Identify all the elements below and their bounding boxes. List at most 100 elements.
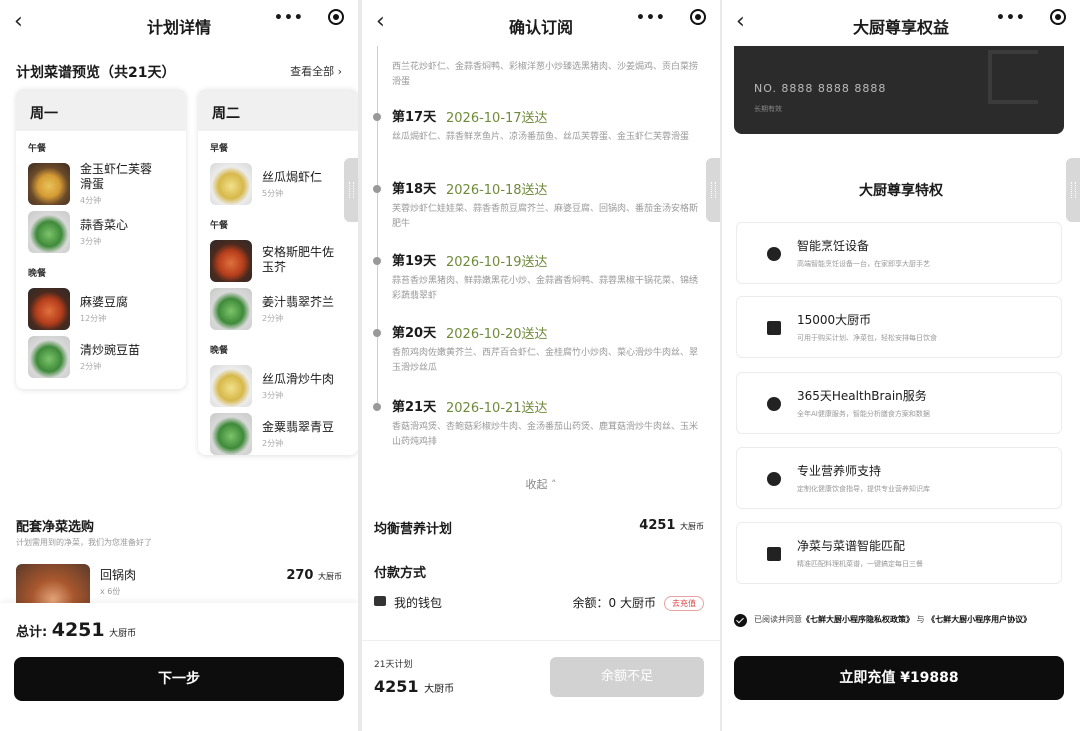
privilege-desc: 可用于购买计划、净菜包，轻松安排每日饮食 (797, 334, 937, 342)
dish-item[interactable]: 安格斯肥牛佐 玉芥 (198, 237, 358, 285)
veg-thumbnail (16, 564, 90, 604)
dish-name: 蒜香菜心 (80, 217, 129, 232)
recharge-button[interactable]: 立即充值 ¥19888 (734, 656, 1064, 700)
dish-name: 安格斯肥牛佐 玉芥 (262, 244, 335, 274)
dish-item[interactable]: 金粟翡翠青豆 2分钟 (198, 410, 358, 455)
veg-qty: x 6份 (100, 587, 121, 596)
dish-item[interactable]: 蒜香菜心 3分钟 (16, 208, 186, 256)
close-target-icon[interactable] (328, 9, 344, 25)
day-card-tuesday[interactable]: 周二 早餐 丝瓜焗虾仁 5分钟 午餐 安格斯肥牛佐 玉芥 姜汁翡翠芥兰 2分钟 晚… (198, 89, 358, 455)
next-button[interactable]: 下一步 (14, 657, 344, 701)
dish-time: 2分钟 (262, 313, 284, 323)
dish-thumbnail (210, 163, 252, 205)
card-validity: 长期有效 (754, 105, 782, 113)
total-amount: 总计: 4251 大厨币 (16, 619, 137, 641)
dish-item[interactable]: 金玉虾仁芙蓉 滑蛋 4分钟 (16, 160, 186, 208)
card-number: NO. 8888 8888 8888 (754, 82, 887, 95)
checkbox-checked-icon[interactable] (734, 614, 747, 627)
dish-name: 金玉虾仁芙蓉 滑蛋 (80, 162, 153, 191)
timeline-menu: 西兰花炒虾仁、金蒜香焖鸭、彩椒洋葱小炒臻选黑猪肉、沙姜焗鸡、贡白菜捞滑蛋 (392, 62, 699, 87)
collapse-toggle[interactable]: 收起 ˄ (362, 476, 720, 492)
section-title: 计划菜谱预览（共21天） (16, 65, 176, 81)
insufficient-balance-button[interactable]: 余额不足 (550, 657, 704, 697)
dish-time: 2分钟 (80, 361, 102, 371)
meal-tag: 午餐 (28, 144, 47, 154)
confirm-subscription-screen: 西兰花炒虾仁、金蒜香焖鸭、彩椒洋葱小炒臻选黑猪肉、沙姜焗鸡、贡白菜捞滑蛋 第17… (362, 0, 720, 731)
day-card-monday[interactable]: 周一午餐 金玉虾仁芙蓉 滑蛋 4分钟 蒜香菜心 3分钟 晚餐 麻婆豆腐 12分钟 (16, 89, 186, 389)
veg-section-desc: 计划需用到的净菜，我们为您准备好了 (16, 538, 152, 547)
dish-time: 5分钟 (262, 188, 284, 198)
card-logo-icon (988, 50, 1038, 104)
chef-privileges-screen: ‹ 大厨尊享权益 ••• NO. 8888 8888 8888 长期有效 大厨尊… (722, 0, 1080, 731)
veg-section-title: 配套净菜选购 (16, 520, 95, 535)
dish-thumbnail (210, 288, 252, 330)
payment-label: 付款方式 (374, 566, 427, 581)
dish-name: 麻婆豆腐 (80, 294, 129, 309)
plan-detail-screen: ‹ 计划详情 ••• 计划菜谱预览（共21天） 查看全部 › 周一午餐 金玉虾仁… (0, 0, 358, 731)
privilege-desc: 高端智能烹饪设备一台，在家即享大厨手艺 (797, 260, 930, 268)
dish-name: 金粟翡翠青豆 (262, 419, 335, 434)
drag-handle[interactable] (344, 158, 358, 222)
meal-tag: 午餐 (210, 221, 229, 231)
dish-name: 丝瓜滑炒牛肉 (262, 371, 335, 386)
mini-program-capsule: ••• (270, 8, 348, 30)
timeline-menu: 蒜苔香炒黑猪肉、鲜蒜嫩黑花小炒、金蒜酱香焖鸭、蒜蓉黑椒干锅花菜、锦绣彩蔬翡翠虾 (392, 276, 699, 301)
meal-tag: 晚餐 (28, 269, 47, 279)
drag-handle[interactable] (706, 158, 720, 222)
timeline-day: 第19天 (392, 254, 437, 269)
more-icon[interactable]: ••• (636, 10, 666, 26)
privilege-item: 365天HealthBrain服务 全年AI健康服务，智能分析膳食方案和数据 (736, 372, 1062, 434)
dish-thumbnail (28, 163, 70, 205)
timeline-menu: 香煎鸡肉佐嫩黄芥兰、西芹百合虾仁、金桂腐竹小炒肉、菜心滑炒牛肉丝、翠玉滑炒丝瓜 (392, 348, 699, 373)
veg-name: 回锅肉 (100, 568, 137, 582)
wallet-icon (374, 596, 386, 606)
close-target-icon[interactable] (690, 9, 706, 25)
user-agreement-link[interactable]: 《七鲜大厨小程序用户协议》 (927, 615, 1031, 624)
see-all-link[interactable]: 查看全部 › (290, 63, 342, 79)
plan-label: 均衡营养计划 (374, 522, 453, 537)
timeline-date: 2026-10-19送达 (446, 255, 548, 270)
chat-icon (767, 397, 781, 411)
timeline-dot (373, 113, 381, 121)
privilege-item: 15000大厨币 可用于购买计划、净菜包，轻松安排每日饮食 (736, 296, 1062, 358)
day-card-header: 周一 (16, 89, 186, 131)
timeline-date: 2026-10-20送达 (446, 327, 548, 342)
dish-name: 丝瓜焗虾仁 (262, 169, 323, 184)
recharge-tag[interactable]: 去充值 (664, 596, 704, 611)
dish-thumbnail (210, 365, 252, 407)
timeline-menu: 丝瓜焗虾仁、蒜香鲜烹鱼片、凉汤番茄鱼、丝瓜芙蓉蛋、金玉虾仁芙蓉滑蛋 (392, 132, 690, 142)
privilege-desc: 精准匹配料理机菜谱，一键搞定每日三餐 (797, 560, 923, 568)
plan-price: 4251 大厨币 (639, 518, 704, 533)
dish-thumbnail (210, 240, 252, 282)
timeline-day: 第18天 (392, 182, 437, 197)
dish-item[interactable]: 清炒豌豆苗 2分钟 (16, 333, 186, 381)
dish-item[interactable]: 麻婆豆腐 12分钟 (16, 285, 186, 333)
footer-plan-label: 21天计划 (374, 660, 413, 670)
timeline-day: 第20天 (392, 326, 437, 341)
coin-icon (767, 321, 781, 335)
building-icon (767, 547, 781, 561)
agreement[interactable]: 已阅读并同意《七鲜大厨小程序隐私权政策》 与 《七鲜大厨小程序用户协议》 (734, 612, 1068, 628)
nav-bar: ‹ 计划详情 ••• (0, 0, 358, 46)
privilege-item: 智能烹饪设备 高端智能烹饪设备一台，在家即享大厨手艺 (736, 222, 1062, 284)
mini-program-capsule: ••• (632, 8, 710, 30)
more-icon[interactable]: ••• (274, 10, 304, 26)
dish-time: 2分钟 (262, 438, 284, 448)
close-target-icon[interactable] (1050, 9, 1066, 25)
timeline-date: 2026-10-17送达 (446, 111, 548, 126)
privilege-title: 大厨尊享特权 (859, 183, 943, 199)
timeline-menu: 香菇滑鸡煲、杏鲍菇彩椒炒牛肉、金汤番茄山药煲、鹿茸菇滑炒牛肉丝、玉米山药炖鸡排 (392, 422, 699, 447)
timeline-date: 2026-10-21送达 (446, 401, 548, 416)
privilege-item: 专业营养师支持 定制化健康饮食指导，提供专业营养知识库 (736, 447, 1062, 509)
dish-item[interactable]: 丝瓜焗虾仁 5分钟 (198, 160, 358, 208)
privacy-policy-link[interactable]: 《七鲜大厨小程序隐私权政策》 (802, 615, 914, 624)
dish-time: 3分钟 (262, 390, 284, 400)
veg-price: 270 大厨币 (286, 568, 342, 583)
privilege-title: 智能烹饪设备 (797, 239, 870, 253)
privilege-item: 净菜与菜谱智能匹配 精准匹配料理机菜谱，一键搞定每日三餐 (736, 522, 1062, 584)
more-icon[interactable]: ••• (996, 10, 1026, 26)
timeline-dot (373, 329, 381, 337)
veg-item[interactable]: 回锅肉 x 6份 270 大厨币 (16, 564, 342, 604)
dish-item[interactable]: 丝瓜滑炒牛肉 3分钟 (198, 362, 358, 410)
dish-item[interactable]: 姜汁翡翠芥兰 2分钟 (198, 285, 358, 333)
